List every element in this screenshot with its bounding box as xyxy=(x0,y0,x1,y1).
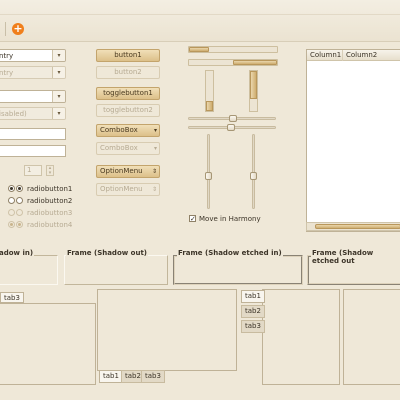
radio-right-radio xyxy=(16,209,23,216)
radio-left-radio xyxy=(8,209,15,216)
toolbar-separator xyxy=(5,22,6,36)
radio-right-label: radiobutton3 xyxy=(27,209,73,217)
entry-combo-disabled-text: ntry xyxy=(0,69,14,77)
column2-header[interactable]: Column2 xyxy=(343,50,400,61)
radio-right-row: radiobutton3 xyxy=(16,208,96,218)
harmony-checkbox[interactable]: ✓ xyxy=(189,215,196,223)
radio-right-row[interactable]: radiobutton2 xyxy=(16,196,96,206)
optionmenu-disabled: OptionMenu ⇕ xyxy=(96,183,160,196)
button1[interactable]: button1 xyxy=(96,49,160,62)
scale-handle[interactable] xyxy=(227,124,235,131)
notebook-bottom-page xyxy=(97,289,237,371)
scale-handle[interactable] xyxy=(205,172,212,180)
entry-combo-text: ntry xyxy=(0,52,14,60)
spin-button-value: 1 xyxy=(24,165,42,176)
progress-bar-horizontal-1 xyxy=(188,46,278,53)
optionmenu-label: OptionMenu xyxy=(100,167,143,175)
radio-right-radio[interactable] xyxy=(16,185,23,192)
notebook-bottom-tabs: tab1 tab2 tab3 xyxy=(99,370,219,384)
progress-bar-vertical-1 xyxy=(205,70,214,112)
notebook-bottom-tab-3[interactable]: tab3 xyxy=(141,370,165,383)
togglebutton2-disabled: togglebutton2 xyxy=(96,104,160,117)
updown-icon: ⇕ xyxy=(151,186,157,193)
radio-right-radio xyxy=(16,221,23,228)
chevron-down-icon[interactable]: ▾ xyxy=(52,50,65,61)
combo-box-disabled-text: isabled) xyxy=(0,110,27,118)
scrollbar-thumb[interactable] xyxy=(315,224,400,229)
combo-box-disabled: isabled) ▾ xyxy=(0,107,66,120)
chevron-down-icon[interactable]: ▾ xyxy=(52,91,65,102)
radio-group-right: radiobutton1 radiobutton2 radiobutton3 radi… xyxy=(16,184,96,232)
frame-shadow-in xyxy=(0,255,58,285)
togglebutton1[interactable]: togglebutton1 xyxy=(96,87,160,100)
radio-left-radio[interactable] xyxy=(8,197,15,204)
toolbar xyxy=(0,0,400,42)
harmony-label: Move in Harmony xyxy=(199,215,261,223)
notebook-side-tab-2[interactable]: tab2 xyxy=(241,305,265,318)
notebook-bottom-tab-1[interactable]: tab1 xyxy=(99,370,123,383)
chevron-down-icon: ▾ xyxy=(52,108,65,119)
scale-handle[interactable] xyxy=(229,115,237,122)
radio-left-radio xyxy=(8,221,15,228)
combobox-button-label: ComboBox xyxy=(100,126,138,134)
chevron-down-icon: ▾ xyxy=(153,145,157,152)
chevron-down-icon: ▾ xyxy=(153,127,157,134)
spin-button-arrows: ▴ ▾ xyxy=(46,165,54,176)
progress-fill xyxy=(189,47,209,52)
chevron-down-icon: ▾ xyxy=(52,67,65,78)
scale-vertical-1[interactable] xyxy=(205,134,212,209)
updown-icon: ⇕ xyxy=(151,168,157,175)
notebook-side-tab-1[interactable]: tab1 xyxy=(241,290,265,303)
radio-right-row[interactable]: radiobutton1 xyxy=(16,184,96,194)
notebook-side-page xyxy=(262,289,340,385)
notebook-left-page xyxy=(0,303,96,385)
text-entry-disabled xyxy=(0,145,66,157)
radio-right-label: radiobutton2 xyxy=(27,197,73,205)
combobox-button-disabled-label: ComboBox xyxy=(100,144,138,152)
frame-shadow-etched-in xyxy=(173,255,303,285)
combo-box[interactable]: ▾ xyxy=(0,90,66,103)
frame-shadow-in-label: adow in) xyxy=(0,249,35,257)
scale-horizontal-2[interactable] xyxy=(188,124,276,131)
scale-horizontal-1[interactable] xyxy=(188,115,276,122)
progress-bar-vertical-2 xyxy=(249,70,258,112)
notebook-side-tab-3[interactable]: tab3 xyxy=(241,320,265,333)
entry-combo-disabled: ntry ▾ xyxy=(0,66,66,79)
notebook-side-tabs: tab1 tab2 tab3 xyxy=(241,290,265,340)
scale-vertical-2[interactable] xyxy=(250,134,257,209)
frame-shadow-etched-out-label: Frame (Shadow etched out xyxy=(311,249,400,265)
frame-shadow-out-label: Frame (Shadow out) xyxy=(66,249,148,257)
radio-right-radio[interactable] xyxy=(16,197,23,204)
tree-view[interactable]: Column1 Column2 xyxy=(306,49,400,232)
optionmenu-disabled-label: OptionMenu xyxy=(100,185,143,193)
progress-bar-horizontal-2 xyxy=(188,59,278,66)
combobox-button-disabled: ComboBox ▾ xyxy=(96,142,160,155)
notebook-left-tab[interactable]: tab3 xyxy=(0,292,24,303)
progress-fill xyxy=(250,71,257,99)
column1-header[interactable]: Column1 xyxy=(307,50,343,61)
radio-left-radio[interactable] xyxy=(8,185,15,192)
tree-horizontal-scrollbar[interactable] xyxy=(306,222,400,231)
text-entry[interactable] xyxy=(0,128,66,140)
entry-combo[interactable]: ntry ▾ xyxy=(0,49,66,62)
frame-shadow-out xyxy=(64,255,168,285)
optionmenu[interactable]: OptionMenu ⇕ xyxy=(96,165,160,178)
radio-right-label: radiobutton1 xyxy=(27,185,73,193)
tree-header: Column1 Column2 xyxy=(307,50,400,61)
menubar-separator xyxy=(0,14,400,15)
notebook-right-page xyxy=(343,289,400,385)
scale-handle[interactable] xyxy=(250,172,257,180)
add-icon[interactable]: + xyxy=(12,23,24,35)
radio-right-row: radiobutton4 xyxy=(16,220,96,230)
button2-disabled: button2 xyxy=(96,66,160,79)
radio-right-label: radiobutton4 xyxy=(27,221,73,229)
progress-fill xyxy=(206,101,213,111)
progress-fill xyxy=(233,60,277,65)
frame-shadow-etched-in-label: Frame (Shadow etched in) xyxy=(177,249,283,257)
combobox-button[interactable]: ComboBox ▾ xyxy=(96,124,160,137)
